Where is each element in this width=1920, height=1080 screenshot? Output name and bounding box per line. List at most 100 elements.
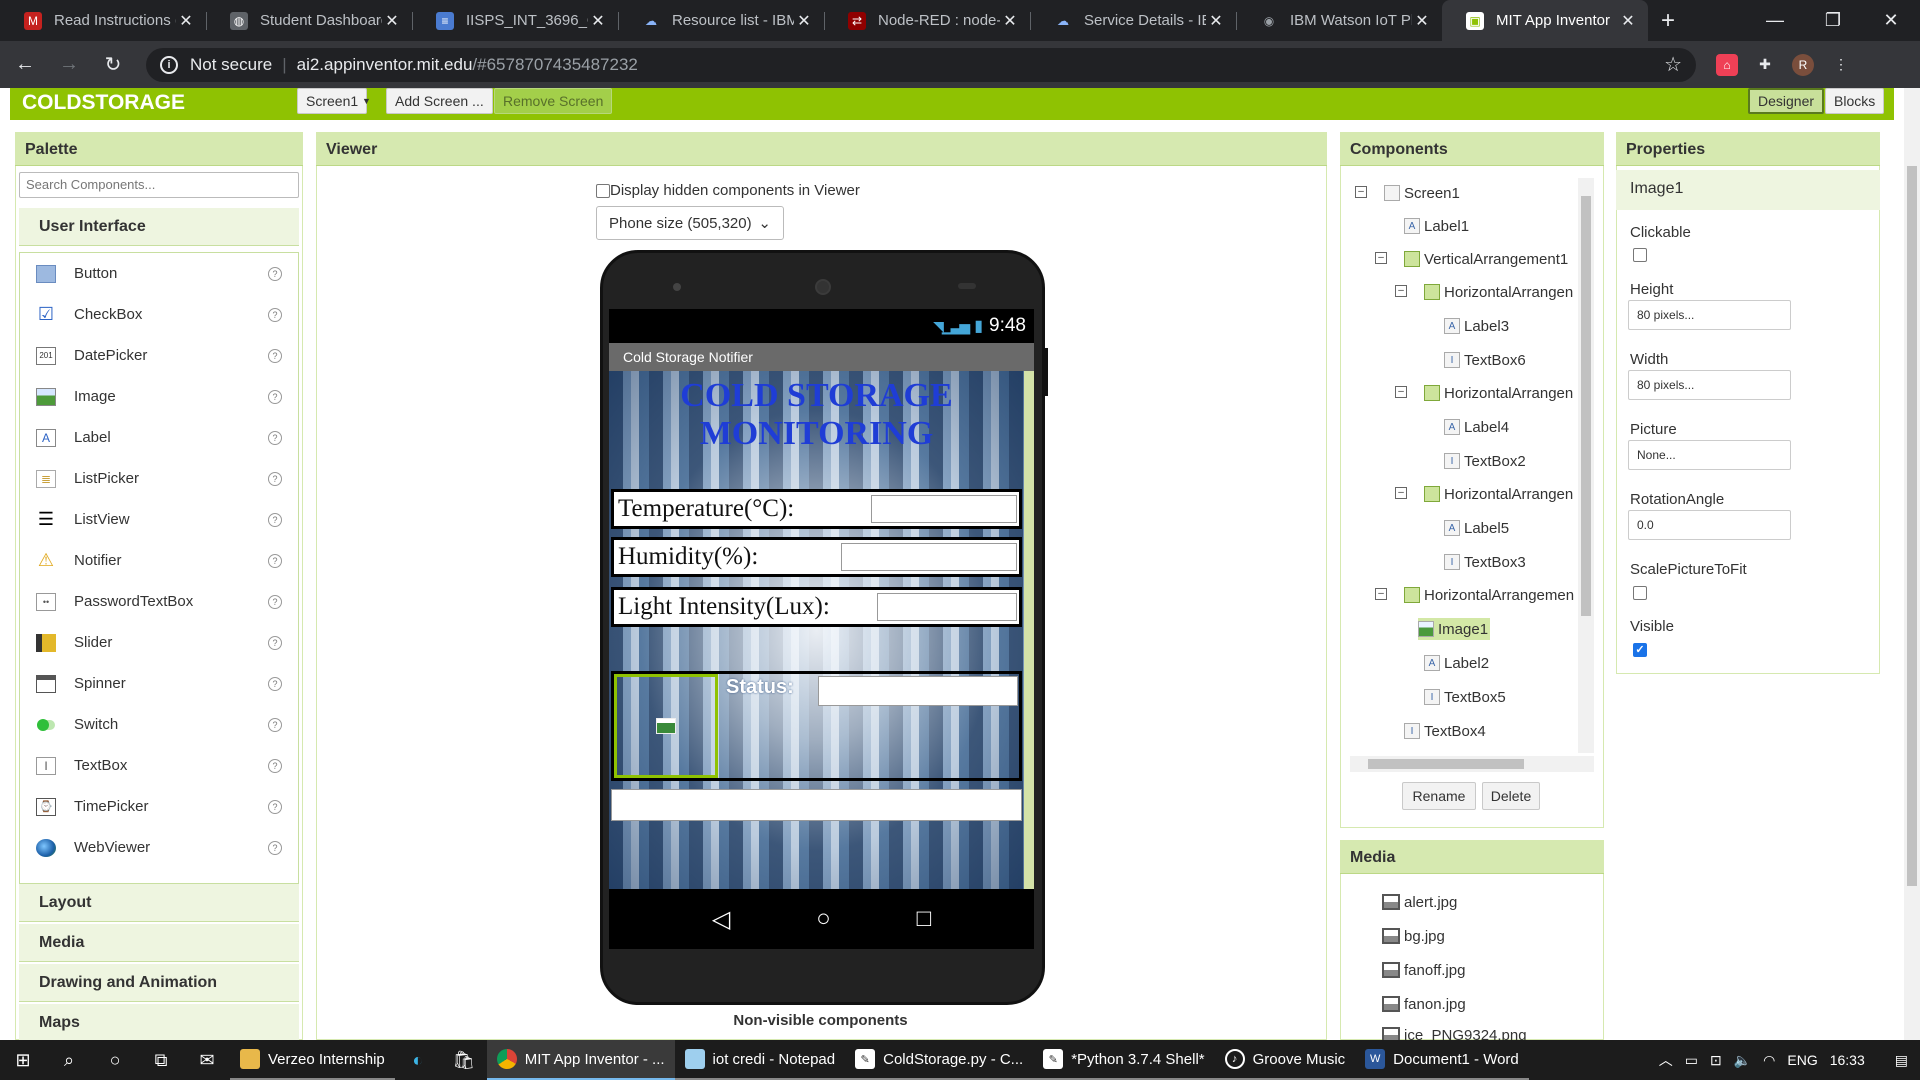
tree-node-verticalarrangement1[interactable]: VerticalArrangement1 xyxy=(1404,248,1568,270)
tree-node-image1-selected[interactable]: Image1 xyxy=(1418,618,1491,640)
collapse-toggle[interactable]: – xyxy=(1395,386,1407,398)
label4-humidity[interactable]: Humidity(%): xyxy=(618,543,758,571)
taskbar-app-notepad[interactable]: iot credi - Notepad xyxy=(674,1040,846,1080)
textbox3[interactable] xyxy=(877,593,1017,621)
close-tab-icon[interactable]: ✕ xyxy=(1618,11,1638,31)
tree-node-screen1[interactable]: Screen1 xyxy=(1384,182,1460,204)
help-icon[interactable]: ? xyxy=(268,840,282,855)
palette-item-label[interactable]: A Label? xyxy=(20,417,298,458)
browser-tab-active[interactable]: ▣ MIT App Inventor ✕ xyxy=(1442,0,1648,41)
windows-start-icon[interactable]: ⊞ xyxy=(0,1040,46,1080)
palette-item-listview[interactable]: ☰ ListView? xyxy=(20,499,298,540)
palette-item-switch[interactable]: Switch? xyxy=(20,704,298,745)
taskbar-app-python-shell[interactable]: ✎ *Python 3.7.4 Shell* xyxy=(1033,1040,1215,1080)
browser-tab[interactable]: ◉ IBM Watson IoT Pl ✕ xyxy=(1236,0,1442,41)
help-icon[interactable]: ? xyxy=(268,635,282,650)
help-icon[interactable]: ? xyxy=(268,266,282,281)
label1-heading[interactable]: COLD STORAGE MONITORING xyxy=(609,377,1024,453)
task-view-icon[interactable]: ⧉ xyxy=(138,1040,184,1080)
tree-node-horizontalarrangement4[interactable]: HorizontalArrangemen xyxy=(1404,584,1574,606)
back-icon[interactable]: ← xyxy=(6,46,44,84)
tree-node-horizontalarrangement1[interactable]: HorizontalArrangen xyxy=(1424,281,1573,303)
taskbar-app-chrome[interactable]: MIT App Inventor - ... xyxy=(486,1040,675,1080)
scroll-thumb[interactable] xyxy=(1368,759,1524,769)
help-icon[interactable]: ? xyxy=(268,553,282,568)
media-file[interactable]: alert.jpg xyxy=(1382,891,1457,913)
palette-item-listpicker[interactable]: ≣ ListPicker? xyxy=(20,458,298,499)
search-components-input[interactable]: Search Components... xyxy=(19,172,299,198)
textbox6[interactable] xyxy=(871,495,1017,523)
help-icon[interactable]: ? xyxy=(268,594,282,609)
blocks-button[interactable]: Blocks xyxy=(1825,88,1885,114)
browser-tab[interactable]: ☁ Resource list - IBM ✕ xyxy=(618,0,824,41)
taskbar-app-folder[interactable]: Verzeo Internship xyxy=(230,1040,395,1080)
picture-input[interactable]: None... xyxy=(1628,440,1791,470)
category-media[interactable]: Media xyxy=(19,924,299,962)
collapse-toggle[interactable]: – xyxy=(1375,588,1387,600)
palette-item-webviewer[interactable]: WebViewer? xyxy=(20,827,298,868)
collapse-toggle[interactable]: – xyxy=(1375,252,1387,264)
tree-node-textbox3[interactable]: I TextBox3 xyxy=(1444,551,1526,573)
close-tab-icon[interactable]: ✕ xyxy=(1412,11,1432,31)
textbox5[interactable] xyxy=(818,676,1018,706)
close-tab-icon[interactable]: ✕ xyxy=(1000,11,1020,31)
delete-button[interactable]: Delete xyxy=(1482,782,1540,810)
search-icon[interactable]: ⌕ xyxy=(46,1040,92,1080)
palette-item-checkbox[interactable]: ☑ CheckBox? xyxy=(20,294,298,335)
tree-node-horizontalarrangement2[interactable]: HorizontalArrangen xyxy=(1424,382,1573,404)
help-icon[interactable]: ? xyxy=(268,348,282,363)
tree-node-textbox2[interactable]: I TextBox2 xyxy=(1444,450,1526,472)
image1-selected[interactable] xyxy=(614,674,718,778)
media-file[interactable]: bg.jpg xyxy=(1382,925,1445,947)
width-input[interactable]: 80 pixels... xyxy=(1628,370,1791,400)
horizontal-arrangement-light[interactable]: Light Intensity(Lux): xyxy=(611,587,1022,627)
label2-status[interactable]: Status: xyxy=(726,676,794,699)
media-file[interactable]: fanon.jpg xyxy=(1382,993,1466,1015)
chevron-up-icon[interactable]: ︿ xyxy=(1659,1050,1673,1070)
components-vertical-scrollbar[interactable] xyxy=(1578,178,1594,753)
tree-node-label3[interactable]: A Label3 xyxy=(1444,315,1509,337)
scroll-thumb[interactable] xyxy=(1907,166,1917,886)
reload-icon[interactable]: ↻ xyxy=(94,46,132,84)
scroll-thumb[interactable] xyxy=(1581,196,1591,616)
media-file[interactable]: fanoff.jpg xyxy=(1382,959,1465,981)
tree-node-textbox4[interactable]: I TextBox4 xyxy=(1404,720,1486,742)
mail-icon[interactable]: ✉ xyxy=(184,1040,230,1080)
minimize-icon[interactable]: — xyxy=(1746,0,1804,41)
cortana-icon[interactable]: ○ xyxy=(92,1040,138,1080)
palette-item-passwordtextbox[interactable]: •• PasswordTextBox? xyxy=(20,581,298,622)
visible-checkbox[interactable]: ✓ xyxy=(1633,643,1647,657)
help-icon[interactable]: ? xyxy=(268,389,282,404)
tree-node-label5[interactable]: A Label5 xyxy=(1444,517,1509,539)
close-tab-icon[interactable]: ✕ xyxy=(588,11,608,31)
palette-item-button[interactable]: Button? xyxy=(20,253,298,294)
designer-button[interactable]: Designer xyxy=(1748,88,1825,114)
category-user-interface[interactable]: User Interface xyxy=(19,208,299,246)
tree-node-horizontalarrangement3[interactable]: HorizontalArrangen xyxy=(1424,483,1573,505)
help-icon[interactable]: ? xyxy=(268,799,282,814)
tree-node-textbox6[interactable]: I TextBox6 xyxy=(1444,349,1526,371)
new-tab-button[interactable]: + xyxy=(1648,0,1688,41)
close-tab-icon[interactable]: ✕ xyxy=(1206,11,1226,31)
palette-item-slider[interactable]: Slider? xyxy=(20,622,298,663)
bookmark-star-icon[interactable]: ☆ xyxy=(1664,52,1682,77)
palette-item-textbox[interactable]: I TextBox? xyxy=(20,745,298,786)
close-tab-icon[interactable]: ✕ xyxy=(176,11,196,31)
scale-picture-checkbox[interactable] xyxy=(1633,586,1647,600)
horizontal-arrangement-humidity[interactable]: Humidity(%): xyxy=(611,537,1022,577)
close-window-icon[interactable]: ✕ xyxy=(1862,0,1920,41)
clock[interactable]: 16:33 xyxy=(1830,1052,1865,1068)
display-hidden-checkbox[interactable] xyxy=(596,183,610,198)
horizontal-arrangement-temperature[interactable]: Temperature(°C): xyxy=(611,489,1022,529)
taskbar-app-word[interactable]: W Document1 - Word xyxy=(1355,1040,1529,1080)
close-tab-icon[interactable]: ✕ xyxy=(382,11,402,31)
textbox4[interactable] xyxy=(611,789,1022,821)
textbox2[interactable] xyxy=(841,543,1017,571)
collapse-toggle[interactable]: – xyxy=(1395,285,1407,297)
language-indicator[interactable]: ENG xyxy=(1787,1052,1817,1068)
help-icon[interactable]: ? xyxy=(268,512,282,527)
help-icon[interactable]: ? xyxy=(268,717,282,732)
label3-temperature[interactable]: Temperature(°C): xyxy=(618,495,794,523)
palette-item-timepicker[interactable]: ⌚ TimePicker? xyxy=(20,786,298,827)
phone-size-select[interactable]: Phone size (505,320) ⌄ xyxy=(596,206,784,240)
